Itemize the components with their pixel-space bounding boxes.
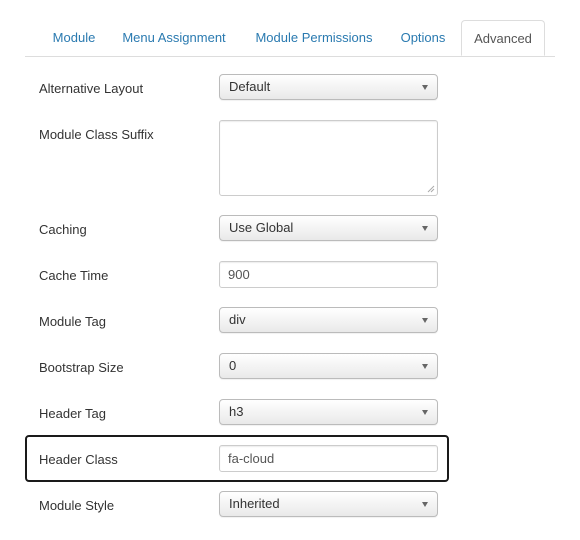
module-class-suffix-label: Module Class Suffix <box>39 127 154 142</box>
module-style-select[interactable]: Inherited <box>219 491 438 517</box>
module-advanced-options-page: Module Menu Assignment Module Permission… <box>0 0 580 540</box>
tab-menu-assignment[interactable]: Menu Assignment <box>109 20 239 56</box>
header-tag-row: Header Tag h3 <box>25 399 450 427</box>
module-style-value: Inherited <box>229 496 280 511</box>
header-class-value: fa-cloud <box>228 451 275 466</box>
bootstrap-size-select[interactable]: 0 <box>219 353 438 379</box>
header-class-label: Header Class <box>39 452 118 467</box>
bootstrap-size-value: 0 <box>229 358 237 373</box>
caching-row: Caching Use Global <box>25 215 450 243</box>
resize-grip-icon[interactable] <box>427 185 435 193</box>
cache-time-row: Cache Time 900 <box>25 261 450 289</box>
header-class-row: Header Class fa-cloud <box>25 445 450 473</box>
module-tag-label: Module Tag <box>39 314 106 329</box>
chevron-down-icon <box>422 318 428 323</box>
module-tag-value: div <box>229 312 246 327</box>
module-class-suffix-textarea[interactable] <box>219 120 438 196</box>
cache-time-input[interactable]: 900 <box>219 261 438 288</box>
chevron-down-icon <box>422 85 428 90</box>
module-class-suffix-row: Module Class Suffix <box>25 120 450 198</box>
chevron-down-icon <box>422 410 428 415</box>
module-tag-row: Module Tag div <box>25 307 450 335</box>
cache-time-label: Cache Time <box>39 268 109 283</box>
header-tag-select[interactable]: h3 <box>219 399 438 425</box>
header-tag-value: h3 <box>229 404 244 419</box>
module-style-row: Module Style Inherited <box>25 491 450 519</box>
module-style-label: Module Style <box>39 498 115 513</box>
header-tag-label: Header Tag <box>39 406 106 421</box>
tab-bar: Module Menu Assignment Module Permission… <box>25 20 555 57</box>
bootstrap-size-row: Bootstrap Size 0 <box>25 353 450 381</box>
header-class-input[interactable]: fa-cloud <box>219 445 438 472</box>
caching-label: Caching <box>39 222 87 237</box>
chevron-down-icon <box>422 502 428 507</box>
chevron-down-icon <box>422 364 428 369</box>
alternative-layout-row: Alternative Layout Default <box>25 74 450 102</box>
alternative-layout-select[interactable]: Default <box>219 74 438 100</box>
caching-select[interactable]: Use Global <box>219 215 438 241</box>
module-tag-select[interactable]: div <box>219 307 438 333</box>
bootstrap-size-label: Bootstrap Size <box>39 360 124 375</box>
tab-advanced[interactable]: Advanced <box>461 20 545 56</box>
alternative-layout-value: Default <box>229 79 271 94</box>
tab-options[interactable]: Options <box>389 20 457 56</box>
alternative-layout-label: Alternative Layout <box>39 81 144 96</box>
cache-time-value: 900 <box>228 267 250 282</box>
chevron-down-icon <box>422 226 428 231</box>
tab-module[interactable]: Module <box>39 20 109 56</box>
tab-module-permissions[interactable]: Module Permissions <box>239 20 389 56</box>
caching-value: Use Global <box>229 220 294 235</box>
